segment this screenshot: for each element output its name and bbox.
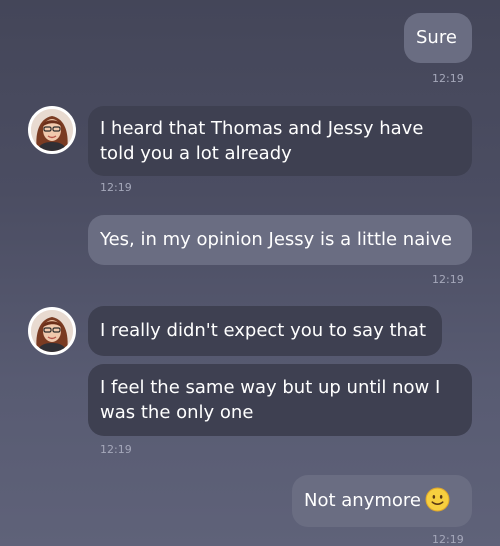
message-text: I really didn't expect you to say that (100, 320, 427, 341)
contact-avatar[interactable] (28, 307, 76, 355)
outgoing-message-bubble[interactable]: Not anymore (292, 475, 472, 527)
message-text-line: I heard that Thomas and Jessy have (100, 118, 424, 139)
message-text-line: told you a lot already (100, 143, 292, 164)
message-timestamp: 12:19 (432, 273, 464, 286)
outgoing-message-bubble[interactable]: Yes, in my opinion Jessy is a little nai… (88, 215, 472, 265)
contact-avatar[interactable] (28, 106, 76, 154)
message-text-line: was the only one (100, 402, 254, 423)
message-text: Not anymore (304, 490, 421, 511)
outgoing-message-bubble[interactable]: Sure (404, 13, 472, 63)
message-text-line: I feel the same way but up until now I (100, 377, 441, 398)
message-text: Yes, in my opinion Jessy is a little nai… (100, 229, 452, 250)
chat-thread: Sure 12:19 I heard that Thomas and Jessy… (0, 0, 500, 546)
message-timestamp: 12:19 (432, 533, 464, 546)
incoming-message-bubble[interactable]: I heard that Thomas and Jessy have told … (88, 106, 472, 176)
contact-photo-icon (31, 310, 73, 352)
message-text: Sure (416, 27, 457, 48)
incoming-message-bubble[interactable]: I really didn't expect you to say that (88, 306, 442, 356)
slightly-smiling-face-icon (425, 487, 450, 512)
message-timestamp: 12:19 (100, 181, 132, 194)
incoming-message-bubble[interactable]: I feel the same way but up until now I w… (88, 364, 472, 436)
message-timestamp: 12:19 (100, 443, 132, 456)
contact-photo-icon (31, 109, 73, 151)
message-timestamp: 12:19 (432, 72, 464, 85)
